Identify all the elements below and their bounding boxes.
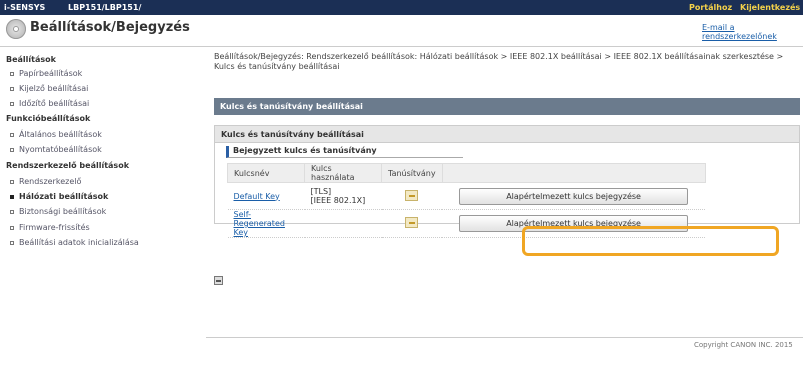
sidebar-item-label: Kijelző beállításai xyxy=(19,84,89,93)
key-cert-panel: Kulcs és tanúsítvány beállításai Bejegyz… xyxy=(214,125,800,238)
sidebar-item-admin[interactable]: Rendszerkezelő xyxy=(10,177,81,186)
key-usage-line: [TLS] xyxy=(310,187,332,196)
bullet-icon xyxy=(10,240,14,245)
section-header-label: Kulcs és tanúsítvány beállításai xyxy=(220,102,363,111)
bullet-icon xyxy=(10,147,14,152)
bullet-icon xyxy=(10,194,14,199)
print-icon[interactable] xyxy=(214,276,223,285)
sidebar-item-label: Nyomtatóbeállítások xyxy=(19,145,102,154)
sidebar-item-label: Beállítási adatok inicializálása xyxy=(19,238,139,247)
bullet-icon xyxy=(10,132,14,137)
sidebar-section-admin-settings[interactable]: Rendszerkezelő beállítások xyxy=(6,161,129,170)
bullet-icon xyxy=(10,86,14,91)
page-title: Beállítások/Bejegyzés xyxy=(30,20,190,35)
sidebar-item-label: Hálózati beállítások xyxy=(19,192,109,201)
section-header: Kulcs és tanúsítvány beállításai xyxy=(214,98,800,115)
sidebar-item-label: Biztonsági beállítások xyxy=(19,207,107,216)
column-header-action xyxy=(441,163,706,183)
logout-link[interactable]: Kijelentkezés xyxy=(740,3,800,12)
registered-key-title: Bejegyzett kulcs és tanúsítvány xyxy=(226,146,463,158)
bullet-icon xyxy=(10,71,14,76)
highlight-annotation xyxy=(522,226,779,256)
sidebar-item-label: Rendszerkezelő xyxy=(19,177,82,186)
key-usage-line: [IEEE 802.1X] xyxy=(310,196,366,205)
sidebar-item-firmware-update[interactable]: Firmware-frissítés xyxy=(10,223,90,232)
footer-divider xyxy=(206,337,803,338)
key-usage-cell: [TLS] [IEEE 802.1X] xyxy=(304,182,382,210)
model-label: LBP151/LBP151/ xyxy=(68,3,142,12)
panel-title: Kulcs és tanúsítvány beállításai xyxy=(221,130,364,139)
main-content: Beállítások/Bejegyzés: Rendszerkezelő be… xyxy=(206,47,803,337)
sidebar-item-label: Általános beállítások xyxy=(19,130,102,139)
top-bar: i-SENSYS LBP151/LBP151/ Portálhoz Kijele… xyxy=(0,0,803,15)
breadcrumb: Beállítások/Bejegyzés: Rendszerkezelő be… xyxy=(214,52,784,71)
table-row: Default Key [TLS] [IEEE 802.1X] Alapérte… xyxy=(227,182,706,210)
column-header-key-name: Kulcsnév xyxy=(227,163,305,183)
key-name-link[interactable]: Self-Regenerated Key xyxy=(234,210,285,237)
register-default-key-button[interactable]: Alapértelmezett kulcs bejegyzése xyxy=(459,187,689,205)
email-admin-link[interactable]: E-mail a rendszerkezelőnek xyxy=(702,23,803,41)
sidebar-item-initialize-settings[interactable]: Beállítási adatok inicializálása xyxy=(10,238,139,247)
settings-gear-icon xyxy=(6,19,26,39)
panel-header: Kulcs és tanúsítvány beállításai xyxy=(215,126,799,143)
sidebar-item-paper-settings[interactable]: Papírbeállítások xyxy=(10,69,82,78)
sidebar-section-function-settings[interactable]: Funkcióbeállítások xyxy=(6,114,90,123)
certificate-icon[interactable] xyxy=(405,189,419,201)
portal-link[interactable]: Portálhoz xyxy=(689,3,732,12)
certificate-icon[interactable] xyxy=(405,217,419,228)
sidebar-item-label: Papírbeállítások xyxy=(19,69,83,78)
sidebar: Beállítások Papírbeállítások Kijelző beá… xyxy=(0,47,206,337)
sidebar-section-settings[interactable]: Beállítások xyxy=(6,55,56,64)
key-name-link[interactable]: Default Key xyxy=(234,192,280,201)
sidebar-item-label: Firmware-frissítés xyxy=(19,223,90,232)
copyright-text: Copyright CANON INC. 2015 xyxy=(694,341,793,349)
sidebar-item-security-settings[interactable]: Biztonsági beállítások xyxy=(10,207,106,216)
sidebar-item-general-settings[interactable]: Általános beállítások xyxy=(10,130,102,139)
column-header-key-usage: Kulcs használata xyxy=(304,163,382,183)
sidebar-item-display-settings[interactable]: Kijelző beállításai xyxy=(10,84,88,93)
brand-label: i-SENSYS xyxy=(4,3,46,12)
column-header-certificate: Tanúsítvány xyxy=(381,163,443,183)
bullet-icon xyxy=(10,179,14,184)
title-bar: Beállítások/Bejegyzés E-mail a rendszerk… xyxy=(0,15,803,47)
sidebar-item-printer-settings[interactable]: Nyomtatóbeállítások xyxy=(10,145,102,154)
sidebar-item-network-settings[interactable]: Hálózati beállítások xyxy=(10,192,108,201)
sidebar-item-timer-settings[interactable]: Időzítő beállításai xyxy=(10,99,89,108)
bullet-icon xyxy=(10,209,14,214)
bullet-icon xyxy=(10,225,14,230)
key-usage-cell xyxy=(304,209,382,238)
bullet-icon xyxy=(10,101,14,106)
sidebar-item-label: Időzítő beállításai xyxy=(19,99,90,108)
